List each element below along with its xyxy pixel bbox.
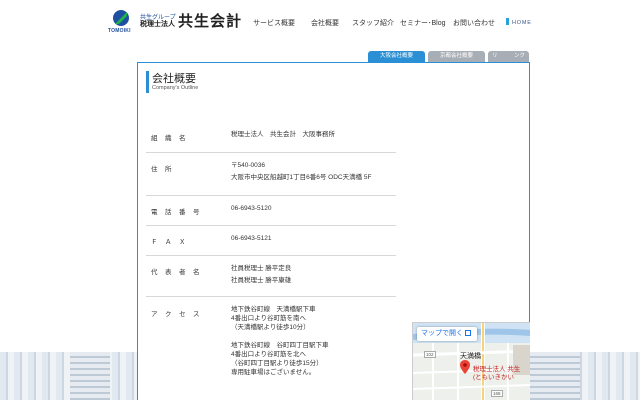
logo-brand-text: TOMOIKI	[108, 28, 131, 34]
nav-seminar-blog[interactable]: セミナー･Blog	[400, 18, 446, 28]
tomoiki-logo-icon[interactable]	[112, 9, 130, 27]
route-badge: 168	[491, 390, 503, 397]
logo-main-text[interactable]: 共生会計	[178, 10, 242, 31]
map-place-name-reading: (ともいきかい	[473, 374, 515, 381]
row-label-address: 住 所	[151, 166, 172, 173]
nav-company[interactable]: 会社概要	[311, 18, 339, 28]
open-in-maps-label: マップで開く	[421, 330, 463, 337]
row-divider	[146, 296, 396, 297]
row-value-fax: 06-6943-5121	[231, 235, 272, 242]
logo-sub-text: 税理士法人	[140, 21, 175, 28]
row-divider	[146, 225, 396, 226]
page-title: 会社概要	[152, 73, 196, 85]
nav-staff[interactable]: スタッフ紹介	[352, 18, 394, 28]
row-divider	[146, 255, 396, 256]
site-header: TOMOIKI 共生グループ 税理士法人 共生会計 サービス概要 会社概要 スタ…	[0, 0, 640, 42]
page-subtitle: Company's Outline	[152, 85, 199, 91]
tab-osaka-outline[interactable]: 大阪会社概要	[368, 51, 425, 62]
row-value-phone[interactable]: 06-6943-5120	[231, 203, 271, 215]
title-accent-bar	[146, 71, 149, 93]
nav-service[interactable]: サービス概要	[253, 18, 295, 28]
row-label-fax: Ｆ Ａ Ｘ	[151, 239, 186, 246]
row-divider	[146, 195, 396, 196]
open-in-maps-button[interactable]: マップで開く	[417, 327, 477, 341]
row-label-phone: 電 話 番 号	[151, 209, 200, 216]
route-badge: 102	[424, 351, 436, 358]
row-label-organization: 組 織 名	[151, 135, 186, 142]
tab-kyoto-outline[interactable]: 京都会社概要	[428, 51, 485, 62]
nav-contact[interactable]: お問い合わせ	[453, 18, 495, 28]
row-value-access: 地下鉄谷町線 天満橋駅下車 4番出口より谷町筋を南へ （天満橋駅より徒歩10分）…	[231, 306, 329, 376]
nav-home[interactable]: HOME	[506, 18, 532, 26]
row-value-representative: 社員税理士 勝平定良 社員税理士 勝平康雄	[231, 265, 292, 284]
row-label-access: ア ク セ ス	[151, 311, 200, 318]
row-value-address: 〒540-0036 大阪市中央区船越町1丁目6番6号 ODC天満橋 5F	[231, 162, 372, 181]
row-value-organization: 税理士法人 共生会計 大阪事務所	[231, 131, 335, 138]
row-label-representative: 代 表 者 名	[151, 269, 200, 276]
row-divider	[146, 152, 396, 153]
map-pin-icon[interactable]	[460, 360, 470, 374]
tab-links[interactable]: リ ンク	[488, 51, 529, 62]
building-tower	[70, 352, 110, 400]
external-link-icon	[465, 330, 471, 336]
